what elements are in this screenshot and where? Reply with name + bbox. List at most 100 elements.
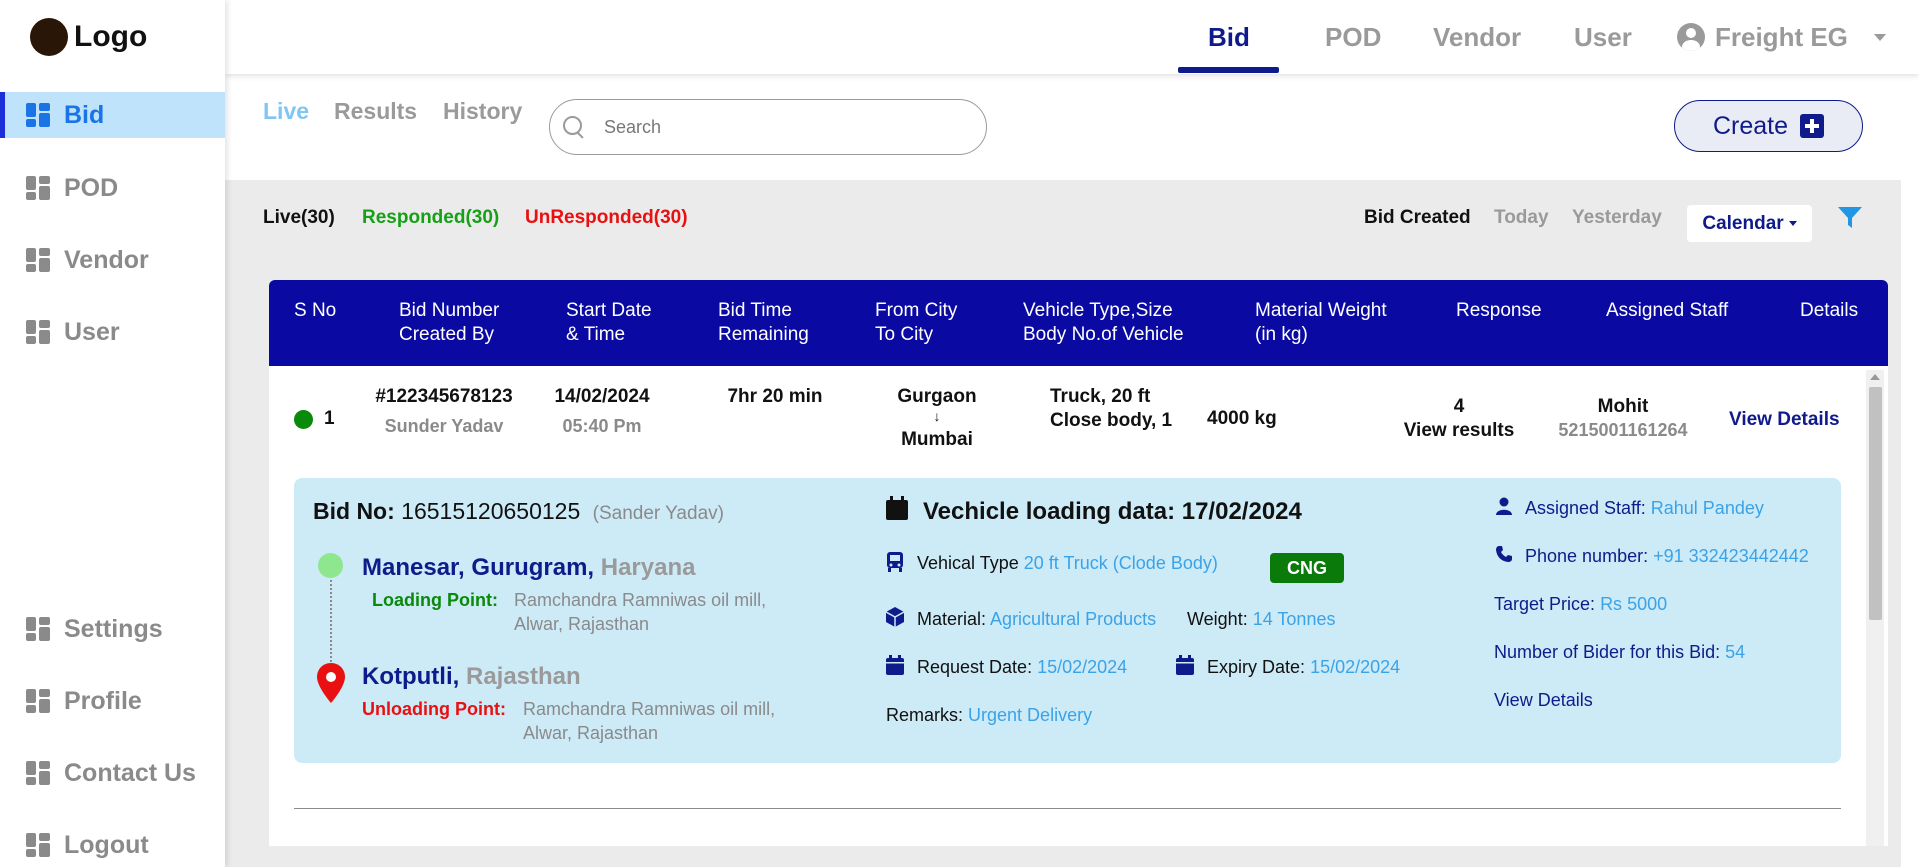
- cell-to-city: Mumbai: [901, 429, 973, 450]
- loading-location: Manesar, Gurugram, Haryana: [362, 554, 696, 581]
- search-input[interactable]: [604, 116, 954, 138]
- request-date: Request Date: 15/02/2024: [917, 657, 1128, 677]
- header-start-date: Start Date & Time: [566, 300, 652, 345]
- number-of-bidders: Number of Bider for this Bid: 54: [1494, 642, 1746, 662]
- sidebar: Logo Bid POD Vendor User Settings Profil…: [0, 0, 225, 867]
- sidebar-item-label: Logout: [64, 830, 149, 859]
- vehicle-loading-date: Vechicle loading data: 17/02/2024: [923, 498, 1302, 525]
- logo[interactable]: Logo: [30, 18, 147, 56]
- unloading-location: Kotputli, Rajasthan: [362, 663, 581, 690]
- bid-no: Bid No: 16515120650125 (Sander Yadav): [313, 498, 724, 524]
- stat-responded[interactable]: Responded(30): [362, 207, 499, 229]
- row-divider: [294, 808, 1841, 809]
- assigned-staff: Assigned Staff: Rahul Pandey: [1525, 498, 1764, 518]
- nav-tab-pod[interactable]: POD: [1325, 0, 1381, 74]
- nav-tab-vendor[interactable]: Vendor: [1433, 0, 1521, 74]
- view-details-link[interactable]: View Details: [1729, 409, 1840, 431]
- origin-dot-icon: [318, 553, 343, 578]
- user-menu[interactable]: Freight EG: [1677, 0, 1886, 74]
- tab-results[interactable]: Results: [334, 98, 417, 125]
- calendar-icon: [886, 655, 904, 675]
- cell-bid-number: #122345678123: [375, 386, 513, 407]
- header-assigned-staff: Assigned Staff: [1606, 300, 1729, 321]
- sidebar-item-label: Contact Us: [64, 758, 196, 787]
- cell-created-by: Sunder Yadav: [384, 416, 504, 436]
- bus-icon: [887, 552, 903, 572]
- phone-icon: [1496, 546, 1512, 562]
- unloading-point-line1: Ramchandra Ramniwas oil mill,: [523, 699, 776, 719]
- create-button-label: Create: [1712, 111, 1789, 140]
- cell-s-no: 1: [324, 408, 335, 429]
- unloading-point-label: Unloading Point:: [362, 699, 506, 719]
- logo-mark: [30, 18, 68, 56]
- sidebar-item-user[interactable]: User: [0, 309, 225, 355]
- filter-icon[interactable]: [1837, 205, 1863, 231]
- sidebar-item-label: Profile: [64, 686, 142, 715]
- cell-start-time: 05:40 Pm: [562, 416, 642, 436]
- status-indicator: [294, 410, 313, 429]
- sidebar-item-contact-us[interactable]: Contact Us: [0, 750, 225, 796]
- sidebar-item-pod[interactable]: POD: [0, 165, 225, 211]
- cell-weight: 4000 kg: [1207, 408, 1277, 429]
- search-field[interactable]: [549, 99, 987, 155]
- arrow-down-icon: ↓: [933, 408, 941, 424]
- filter-yesterday[interactable]: Yesterday: [1572, 207, 1662, 229]
- calendar-icon: [1176, 655, 1194, 675]
- sidebar-item-label: User: [64, 317, 120, 346]
- scroll-up-arrow-icon[interactable]: [1870, 374, 1880, 380]
- stat-unresponded[interactable]: UnResponded(30): [525, 207, 688, 229]
- create-button[interactable]: Create: [1674, 100, 1863, 152]
- calendar-dropdown[interactable]: Calendar: [1687, 205, 1812, 242]
- dashboard-icon: [26, 248, 50, 272]
- dashboard-icon: [26, 103, 50, 127]
- scrollbar-thumb[interactable]: [1869, 387, 1882, 620]
- loading-point-line1: Ramchandra Ramniwas oil mill,: [514, 590, 767, 610]
- vehicle-type: Vehical Type 20 ft Truck (Clode Body): [917, 553, 1218, 573]
- tab-history[interactable]: History: [443, 98, 522, 125]
- header-vehicle-type: Vehicle Type,Size Body No.of Vehicle: [1023, 300, 1184, 345]
- account-icon: [1677, 23, 1705, 51]
- loading-point-line2: Alwar, Rajasthan: [514, 614, 650, 634]
- dashboard-icon: [26, 320, 50, 344]
- nav-tab-user[interactable]: User: [1574, 0, 1632, 74]
- sidebar-item-label: Vendor: [64, 245, 149, 274]
- map-pin-icon: [317, 663, 345, 703]
- filter-today[interactable]: Today: [1494, 207, 1549, 229]
- header-response: Response: [1456, 300, 1542, 321]
- header-material-weight: Material Weight (in kg): [1255, 300, 1387, 345]
- sidebar-item-bid[interactable]: Bid: [0, 92, 225, 138]
- chevron-down-icon: [1873, 33, 1886, 41]
- header-s-no: S No: [294, 300, 337, 321]
- sidebar-item-profile[interactable]: Profile: [0, 678, 225, 724]
- material: Material: Agricultural Products: [917, 609, 1157, 629]
- cell-staff-name: Mohit: [1597, 396, 1649, 417]
- cell-response-count: 4: [1453, 396, 1465, 417]
- detail-view-details-link[interactable]: View Details: [1494, 690, 1593, 711]
- header-bid-time: Bid Time Remaining: [718, 300, 809, 345]
- stat-live[interactable]: Live(30): [263, 207, 335, 229]
- user-name: Freight EG: [1715, 21, 1848, 52]
- fuel-badge: CNG: [1270, 553, 1344, 583]
- view-results-link[interactable]: View results: [1399, 420, 1519, 442]
- sidebar-item-vendor[interactable]: Vendor: [0, 237, 225, 283]
- dashboard-icon: [26, 689, 50, 713]
- phone-number: Phone number: +91 332423442442: [1525, 546, 1809, 566]
- table-header: S No Bid Number Created By Start Date & Ti…: [269, 280, 1888, 366]
- sidebar-item-label: Settings: [64, 614, 163, 643]
- nav-tab-bid[interactable]: Bid: [1208, 0, 1250, 74]
- dashboard-icon: [26, 761, 50, 785]
- cell-staff-phone: 5215001161264: [1558, 420, 1688, 440]
- route-line: [330, 580, 332, 662]
- loading-point-label: Loading Point:: [372, 590, 498, 610]
- sidebar-item-settings[interactable]: Settings: [0, 606, 225, 652]
- header-from-city: From City To City: [875, 300, 958, 345]
- tab-live[interactable]: Live: [263, 98, 309, 125]
- dashboard-icon: [26, 833, 50, 857]
- package-icon: [886, 607, 904, 627]
- dashboard-icon: [26, 617, 50, 641]
- sidebar-item-logout[interactable]: Logout: [0, 822, 225, 867]
- header-bid-number: Bid Number Created By: [399, 300, 500, 345]
- filter-bid-created-label: Bid Created: [1364, 207, 1471, 228]
- weight: Weight: 14 Tonnes: [1187, 609, 1336, 629]
- cell-start-date: 14/02/2024: [554, 386, 650, 407]
